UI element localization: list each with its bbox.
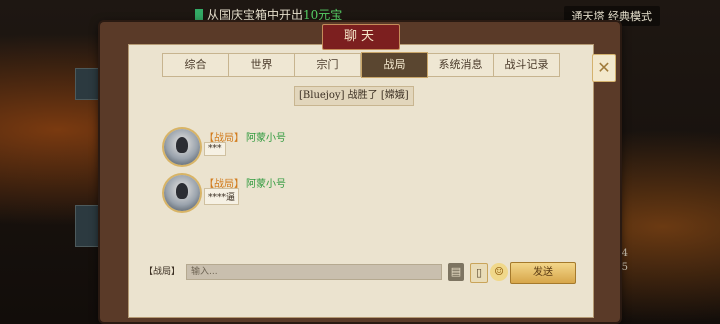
tab-general[interactable]: 综合 bbox=[163, 54, 229, 76]
emoji-icon[interactable]: ☺ bbox=[490, 263, 508, 281]
document-icon[interactable]: ▯ bbox=[470, 263, 488, 283]
ticker-highlight: 10元宝 bbox=[303, 8, 343, 22]
close-button[interactable]: ✕ bbox=[592, 54, 616, 82]
ticker-prefix: 从国庆宝箱中开出 bbox=[207, 8, 304, 22]
flag-icon bbox=[195, 9, 203, 21]
chat-input-bar: 【战局】 ▤ ▯ ☺ 发送 bbox=[144, 262, 576, 284]
tab-sect[interactable]: 宗门 bbox=[295, 54, 361, 76]
input-channel-label: 【战局】 bbox=[144, 267, 181, 277]
message-bubble: *** bbox=[204, 142, 226, 156]
username[interactable]: 阿蒙小号 bbox=[246, 133, 286, 144]
tab-battle[interactable]: 战局 bbox=[361, 52, 428, 78]
dialog-title: 聊天 bbox=[322, 24, 400, 50]
tab-battle-log[interactable]: 战斗记录 bbox=[494, 54, 559, 76]
book-icon[interactable]: ▤ bbox=[448, 263, 464, 281]
chat-tabs: 综合 世界 宗门 战局 系统消息 战斗记录 bbox=[162, 52, 560, 78]
avatar[interactable] bbox=[164, 175, 200, 211]
system-message: [Bluejoy] 战胜了 [嫦娥] bbox=[294, 86, 414, 106]
tab-system-messages[interactable]: 系统消息 bbox=[428, 54, 494, 76]
chat-input[interactable] bbox=[186, 264, 442, 280]
send-button[interactable]: 发送 bbox=[510, 262, 576, 284]
close-icon: ✕ bbox=[597, 58, 611, 77]
message-bubble: ****逼 bbox=[204, 188, 240, 205]
username[interactable]: 阿蒙小号 bbox=[246, 179, 286, 190]
tab-world[interactable]: 世界 bbox=[229, 54, 295, 76]
avatar[interactable] bbox=[164, 129, 200, 165]
